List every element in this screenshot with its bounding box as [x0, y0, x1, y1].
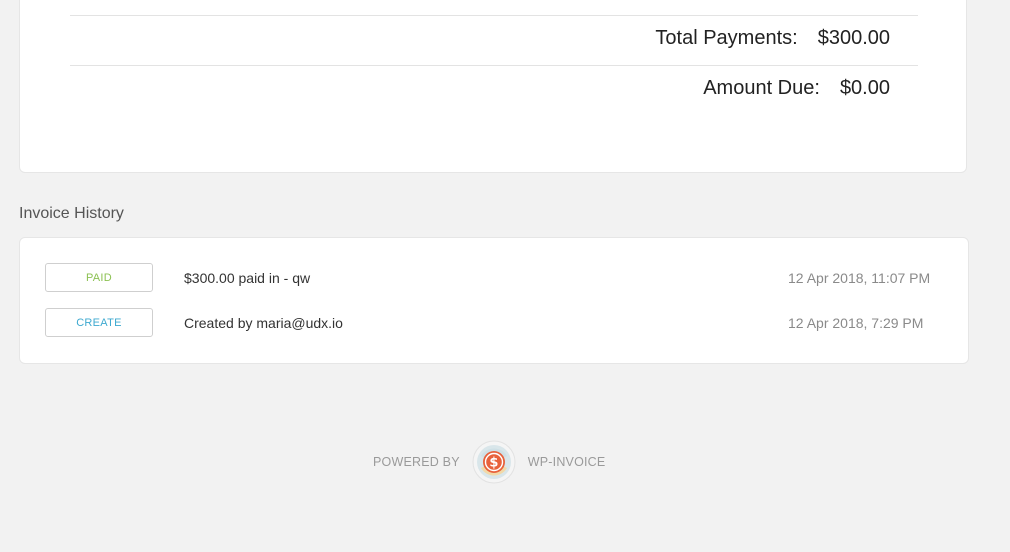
history-date: 12 Apr 2018, 7:29 PM	[788, 315, 924, 331]
total-payments-row: Total Payments: $300.00	[655, 27, 890, 50]
invoice-history-card: PAID $300.00 paid in - qw 12 Apr 2018, 1…	[19, 237, 969, 364]
total-payments-label: Total Payments:	[655, 27, 798, 49]
amount-due-label: Amount Due:	[703, 77, 820, 99]
amount-due-value: $0.00	[839, 77, 890, 99]
invoice-history-title: Invoice History	[19, 205, 124, 222]
history-row: CREATE Created by maria@udx.io 12 Apr 20…	[20, 308, 968, 338]
powered-by-label: POWERED BY	[373, 455, 460, 469]
status-badge-create[interactable]: CREATE	[45, 308, 153, 337]
dollar-coin-icon[interactable]: $	[472, 440, 516, 484]
status-badge-paid[interactable]: PAID	[45, 263, 153, 292]
invoice-summary-card: Total Payments: $300.00 Amount Due: $0.0…	[19, 0, 967, 173]
svg-text:$: $	[489, 456, 498, 471]
amount-due-row: Amount Due: $0.00	[703, 77, 890, 100]
history-date: 12 Apr 2018, 11:07 PM	[788, 270, 931, 286]
history-description: $300.00 paid in - qw	[184, 270, 311, 286]
divider	[70, 65, 918, 66]
invoice-page: Total Payments: $300.00 Amount Due: $0.0…	[0, 0, 1010, 552]
divider	[70, 15, 918, 16]
brand-name: WP-INVOICE	[527, 455, 606, 469]
total-payments-value: $300.00	[817, 27, 890, 49]
powered-by-footer: POWERED BY $ WP-INVOICE	[373, 440, 605, 484]
history-description: Created by maria@udx.io	[184, 315, 343, 331]
history-row: PAID $300.00 paid in - qw 12 Apr 2018, 1…	[20, 263, 968, 293]
